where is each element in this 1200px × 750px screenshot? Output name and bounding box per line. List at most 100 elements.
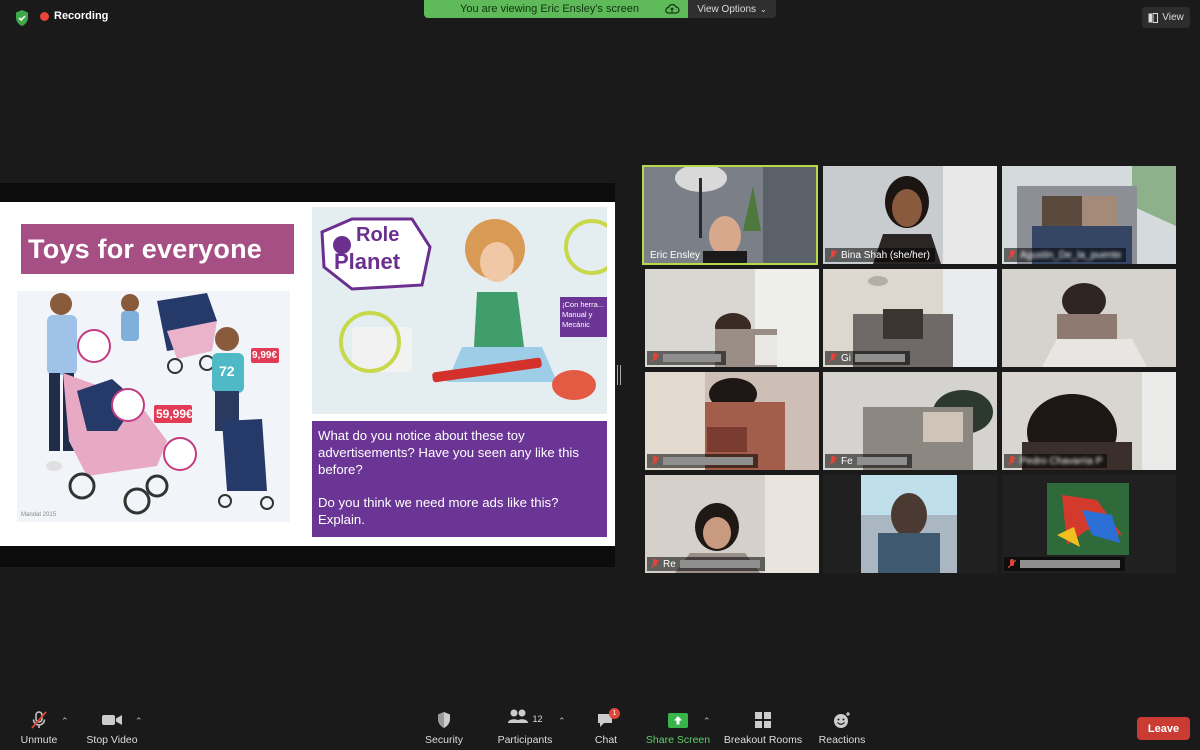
participant-name-tag (647, 454, 758, 468)
view-layout-button[interactable]: View (1142, 7, 1190, 28)
screen-share-banner: You are viewing Eric Ensley's screen Vie… (424, 0, 776, 18)
shield-icon (438, 712, 450, 728)
price-tag-small: 9,99€ (252, 350, 278, 361)
ad-footer: Mandat 2015 (21, 512, 57, 518)
participant-video (1002, 269, 1176, 367)
participant-tile[interactable] (645, 269, 819, 367)
participant-name-tag: Agustin_De_la_puente (1004, 248, 1127, 262)
chat-unread-badge: 1 (609, 708, 620, 719)
participant-name: Pedro Chavarria P (1020, 455, 1103, 467)
stop-video-label: Stop Video (86, 734, 138, 746)
audio-options-caret-icon[interactable]: ⌃ (61, 716, 69, 727)
participant-name-redacted (679, 560, 760, 568)
mic-muted-icon (829, 456, 837, 466)
participants-options-caret-icon[interactable]: ⌃ (558, 716, 566, 727)
participant-tile[interactable]: Gi (823, 269, 997, 367)
leave-button[interactable]: Leave (1137, 717, 1190, 740)
mic-muted-icon (829, 353, 837, 363)
participant-name-redacted (663, 457, 753, 465)
participant-tile[interactable] (645, 372, 819, 470)
participant-tile[interactable]: Re (645, 475, 819, 573)
stop-video-button[interactable]: Stop Video (84, 706, 140, 750)
participant-name-tag: Eric Ensley (646, 248, 705, 262)
participant-name-tag (1004, 557, 1125, 571)
mic-muted-icon (651, 353, 659, 363)
view-label: View (1162, 12, 1184, 23)
participant-name-redacted (663, 354, 721, 362)
mic-muted-icon (651, 559, 659, 569)
participant-tile[interactable]: Bina Shah (she/her) (823, 166, 997, 264)
participants-button[interactable]: 12 Participants (495, 706, 555, 750)
participant-tile[interactable]: Eric Ensley (642, 165, 818, 265)
chevron-down-icon: ⌄ (760, 4, 767, 14)
chat-label: Chat (594, 734, 618, 746)
recording-indicator[interactable]: Recording (40, 10, 108, 22)
question-box: What do you notice about these toy adver… (312, 421, 607, 537)
participant-name: Gi (841, 352, 851, 364)
mic-muted-icon (1008, 250, 1016, 260)
participants-icon (508, 709, 529, 723)
video-options-caret-icon[interactable]: ⌃ (135, 716, 143, 727)
participant-tile[interactable]: Fe (823, 372, 997, 470)
participant-video (823, 475, 997, 573)
mic-muted-icon (1008, 456, 1016, 466)
participant-name-tag: Re (647, 557, 765, 571)
reactions-label: Reactions (818, 734, 866, 746)
participant-name: Eric Ensley (650, 249, 701, 261)
stroller-ad-image: 9,99€ 59,99€ 72 Mandat 2015 (17, 291, 290, 522)
meeting-controls-toolbar: Unmute ⌃ Stop Video ⌃ Security 12 Partic… (0, 706, 1200, 750)
participant-name: Bina Shah (she/her) (841, 249, 930, 261)
breakout-rooms-grid-icon (755, 712, 771, 728)
share-screen-icon (668, 713, 688, 728)
recording-dot-icon (40, 11, 49, 21)
participant-name: Agustin_De_la_puente (1020, 249, 1122, 261)
participant-tile[interactable]: Pedro Chavarria P (1002, 372, 1176, 470)
view-options-button[interactable]: View Options ⌄ (688, 0, 776, 18)
participant-name-redacted (856, 457, 907, 465)
split-view-divider-handle[interactable] (617, 365, 621, 385)
participant-name-tag: Fe (825, 454, 912, 468)
zoom-meeting-window: Recording You are viewing Eric Ensley's … (0, 0, 1200, 750)
role-planet-logo-line2: Planet (334, 249, 401, 274)
shirt-number: 72 (219, 363, 235, 379)
video-camera-icon (102, 715, 122, 725)
cloud-upload-icon (665, 4, 680, 14)
shared-screen: Toys for everyone 9,99€ 59,99€ 72 Mandat… (0, 183, 615, 567)
share-screen-button[interactable]: Share Screen (644, 706, 712, 750)
ad-side-text: ¡Con herra... Manual y Mecánic (562, 300, 605, 329)
share-options-caret-icon[interactable]: ⌃ (703, 716, 711, 727)
smiley-plus-icon (834, 712, 850, 728)
question-text-1: What do you notice about these toy adver… (318, 428, 579, 477)
presentation-slide: Toys for everyone 9,99€ 59,99€ 72 Mandat… (0, 202, 615, 546)
mic-muted-icon (829, 250, 837, 260)
slide-title: Toys for everyone (28, 233, 262, 264)
participant-name-redacted (1020, 560, 1120, 568)
security-shield-icon[interactable] (12, 8, 32, 28)
participant-name: Re (663, 558, 676, 570)
participant-name-tag: Pedro Chavarria P (1004, 454, 1108, 468)
mic-muted-icon (651, 456, 659, 466)
participant-name-redacted (855, 354, 905, 362)
security-button[interactable]: Security (422, 706, 466, 750)
mic-muted-icon (1008, 559, 1016, 569)
security-label: Security (425, 734, 463, 746)
reactions-button[interactable]: Reactions (816, 706, 868, 750)
share-screen-label: Share Screen (645, 734, 711, 746)
participant-tile[interactable] (1002, 475, 1176, 573)
viewing-screen-notice: You are viewing Eric Ensley's screen (424, 0, 688, 18)
participant-name-tag (647, 351, 726, 365)
price-tag-large: 59,99€ (156, 407, 193, 421)
participant-name: Fe (841, 455, 853, 467)
question-text-2: Do you think we need more ads like this?… (318, 495, 559, 527)
unmute-button[interactable]: Unmute (14, 706, 64, 750)
recording-label: Recording (54, 10, 109, 22)
participant-tile[interactable] (823, 475, 997, 573)
unmute-label: Unmute (20, 734, 58, 746)
participant-tile[interactable]: Agustin_De_la_puente (1002, 166, 1176, 264)
participants-count: 12 (532, 713, 543, 724)
breakout-rooms-button[interactable]: Breakout Rooms (722, 706, 804, 750)
layout-grid-icon (1148, 12, 1159, 23)
participant-tile[interactable] (1002, 269, 1176, 367)
participants-label: Participants (497, 734, 553, 746)
mic-muted-icon (31, 711, 47, 729)
